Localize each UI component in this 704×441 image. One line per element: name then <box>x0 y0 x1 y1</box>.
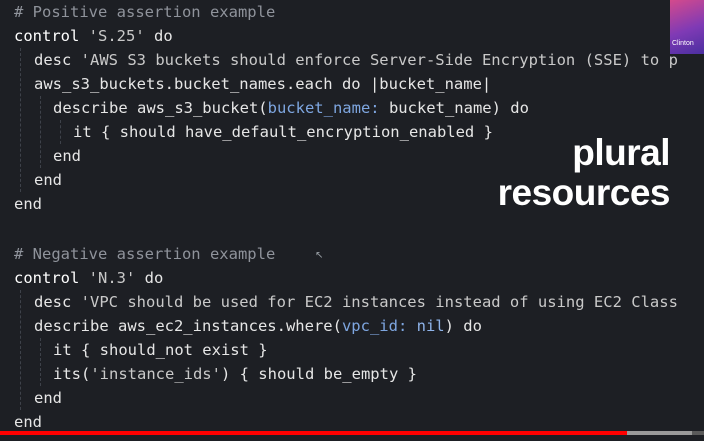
mouse-cursor-icon: ↖ <box>315 250 324 261</box>
keyword: end <box>34 171 62 189</box>
string-literal: 'instance_ids' <box>90 365 221 383</box>
progress-buffer <box>626 431 692 435</box>
string-literal: 'VPC should be used for EC2 instances in… <box>80 293 678 311</box>
code-line-4: aws_s3_buckets.bucket_names.each do |buc… <box>34 72 491 96</box>
keyword: do <box>135 269 164 287</box>
code-line-14: describe aws_ec2_instances.where(vpc_id:… <box>34 314 482 338</box>
indent-guide <box>20 48 21 192</box>
code-text: ) do <box>444 317 482 335</box>
code-text: it { should_not exist } <box>53 341 268 359</box>
keyword: end <box>14 195 42 213</box>
keyword: end <box>53 147 81 165</box>
code-text: bucket_name) do <box>379 99 529 117</box>
code-line-13: desc 'VPC should be used for EC2 instanc… <box>34 290 678 314</box>
code-line-5: describe aws_s3_bucket(bucket_name: buck… <box>53 96 529 120</box>
code-text: ) { should be_empty } <box>220 365 417 383</box>
video-progress-bar[interactable] <box>0 431 704 435</box>
indent-guide <box>40 338 41 386</box>
indent-guide <box>20 290 21 410</box>
code-line-9: end <box>14 192 42 216</box>
indent-guide <box>40 96 41 168</box>
presenter-name: Clinton <box>672 40 694 47</box>
code-text: aws_s3_buckets.bucket_names.each do |buc… <box>34 75 492 93</box>
code-line-12: control 'N.3' do <box>14 266 163 290</box>
code-line-2: control 'S.25' do <box>14 24 173 48</box>
code-line-7: end <box>53 144 81 168</box>
code-line-6: it { should have_default_encryption_enab… <box>73 120 493 144</box>
overlay-line-1: plural <box>572 132 670 173</box>
string-literal: 'S.25' <box>88 27 145 45</box>
comment-text: # Negative assertion example <box>14 245 276 263</box>
symbol-text: vpc_id: <box>341 317 408 335</box>
string-literal: 'N.3' <box>88 269 136 287</box>
code-text: its( <box>53 365 91 383</box>
code-line-1: # Positive assertion example <box>14 0 275 24</box>
code-text: describe aws_ec2_instances.where( <box>34 317 342 335</box>
string-literal: 'AWS S3 buckets should enforce Server-Si… <box>80 51 678 69</box>
keyword: desc <box>34 293 81 311</box>
code-text: it { should have_default_encryption_enab… <box>73 123 493 141</box>
keyword: end <box>34 389 62 407</box>
code-line-16: its('instance_ids') { should be_empty } <box>53 362 417 386</box>
overlay-caption: plural resources <box>497 132 671 213</box>
code-line-3: desc 'AWS S3 buckets should enforce Serv… <box>34 48 678 72</box>
code-line-8: end <box>34 168 62 192</box>
indent-guide <box>60 120 61 144</box>
presenter-avatar: Clinton <box>670 0 704 54</box>
overlay-line-2: resources <box>497 172 671 213</box>
keyword: control <box>14 27 89 45</box>
symbol-text: bucket_name: <box>267 99 380 117</box>
comment-text: # Positive assertion example <box>14 3 276 21</box>
progress-fill <box>0 431 627 435</box>
keyword: do <box>144 27 173 45</box>
code-line-11: # Negative assertion example <box>14 242 275 266</box>
keyword: end <box>14 413 42 431</box>
code-line-17: end <box>34 386 62 410</box>
keyword: desc <box>34 51 81 69</box>
keyword: control <box>14 269 89 287</box>
code-text: describe aws_s3_bucket( <box>53 99 268 117</box>
nil-literal: nil <box>407 317 445 335</box>
code-editor: # Positive assertion example control 'S.… <box>0 0 704 441</box>
code-line-15: it { should_not exist } <box>53 338 268 362</box>
